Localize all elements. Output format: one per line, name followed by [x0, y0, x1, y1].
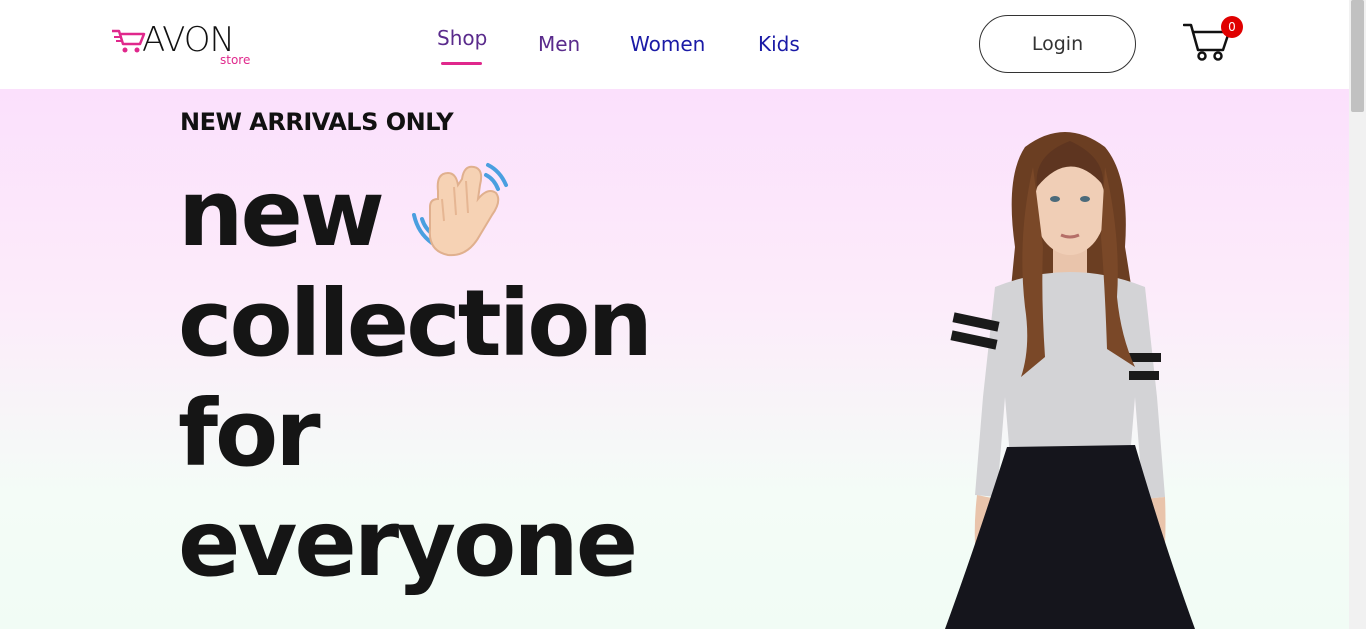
model-photo	[945, 132, 1195, 629]
active-nav-indicator	[441, 62, 482, 65]
nav-link-kids[interactable]: Kids	[758, 30, 800, 58]
cart-count-badge: 0	[1221, 16, 1243, 38]
page: AVON store Shop Men Women Kids Login 0 N…	[0, 0, 1366, 629]
nav-link-women[interactable]: Women	[630, 30, 705, 58]
headline-line: collection	[178, 270, 653, 377]
brand-sub: store	[220, 53, 251, 67]
headline-line: everyone	[178, 490, 638, 597]
logo-cart-icon	[112, 29, 146, 53]
brand-logo[interactable]: AVON store	[110, 20, 260, 70]
nav-link-men[interactable]: Men	[538, 30, 580, 58]
hero-eyebrow: NEW ARRIVALS ONLY	[180, 108, 454, 136]
waving-hand-icon	[412, 163, 508, 257]
login-button[interactable]: Login	[979, 15, 1136, 73]
headline-line: for	[178, 380, 321, 487]
scrollbar-thumb[interactable]	[1351, 0, 1364, 112]
navbar: AVON store Shop Men Women Kids Login 0	[0, 0, 1349, 89]
nav-link-shop[interactable]: Shop	[437, 24, 487, 52]
hero-section: NEW ARRIVALS ONLY new collection for eve…	[0, 89, 1349, 629]
